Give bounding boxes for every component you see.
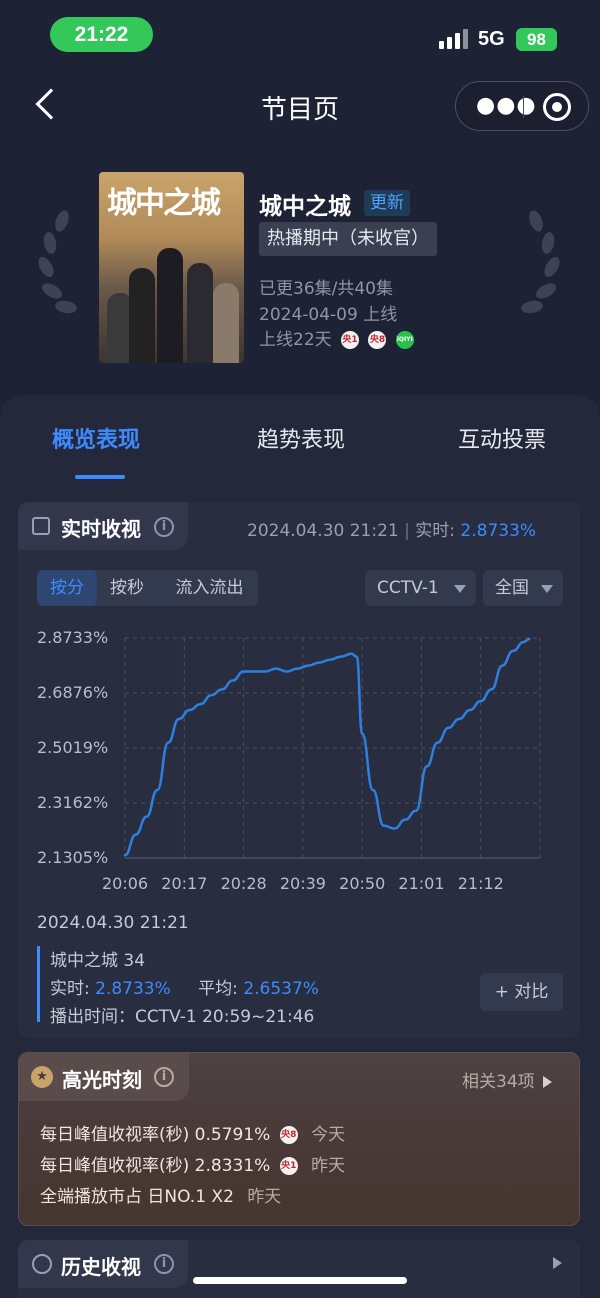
highlight-text: 每日峰值收视率(秒) 0.5791% <box>40 1125 271 1145</box>
y-tick-label: 2.5019% <box>37 738 109 757</box>
x-tick-label: 20:39 <box>279 874 326 893</box>
y-tick-label: 2.8733% <box>37 628 109 647</box>
info-icon[interactable]: i <box>154 1254 174 1274</box>
x-tick-label: 20:28 <box>220 874 267 893</box>
highlight-when: 昨天 <box>311 1156 346 1176</box>
ratings-line <box>123 637 531 857</box>
highlight-item: 全端播放市占 日NO.1 X2 昨天 <box>40 1182 281 1207</box>
play-arrow-icon <box>542 1076 552 1088</box>
x-tick-label: 20:50 <box>339 874 386 893</box>
highlight-when: 昨天 <box>247 1187 282 1207</box>
highlights-title: 高光时刻 <box>62 1068 142 1092</box>
cctv1-icon: 央1 <box>279 1157 298 1175</box>
history-title: 历史收视 <box>61 1255 141 1279</box>
detail-average-value: 2.6537% <box>243 979 319 999</box>
home-indicator <box>193 1277 407 1284</box>
film-reel-icon <box>32 1254 52 1274</box>
highlight-item: 每日峰值收视率(秒) 2.8331% 央1 昨天 <box>40 1151 345 1176</box>
info-icon[interactable]: i <box>154 1067 174 1087</box>
star-icon: ★ <box>31 1066 53 1088</box>
detail-average-label: 平均: <box>198 979 238 999</box>
highlight-item: 每日峰值收视率(秒) 0.5791% 央8 今天 <box>40 1120 345 1145</box>
highlight-text: 全端播放市占 日NO.1 X2 <box>40 1187 234 1207</box>
x-tick-label: 21:12 <box>457 874 504 893</box>
cctv8-icon: 央8 <box>279 1126 298 1144</box>
detail-episode: 城中之城 34 <box>50 951 146 971</box>
detail-realtime-value: 2.8733% <box>95 979 171 999</box>
play-arrow-icon[interactable] <box>553 1257 562 1269</box>
detail-timestamp: 2024.04.30 21:21 <box>37 913 189 933</box>
x-tick-label: 20:17 <box>161 874 208 893</box>
y-tick-label: 2.1305% <box>37 848 109 867</box>
highlight-text: 每日峰值收视率(秒) 2.8331% <box>40 1156 271 1176</box>
x-tick-label: 20:06 <box>102 874 149 893</box>
highlights-related-count: 相关34项 <box>462 1072 535 1092</box>
detail-accent-bar <box>37 946 40 1022</box>
detail-ratings-row: 实时: 2.8733% 平均: 2.6537% <box>50 974 319 999</box>
y-tick-label: 2.3162% <box>37 793 109 812</box>
highlights-related-link[interactable]: 相关34项 <box>462 1067 552 1092</box>
detail-realtime-label: 实时: <box>50 979 90 999</box>
highlight-when: 今天 <box>311 1125 346 1145</box>
chart-grid <box>124 637 541 859</box>
x-tick-label: 21:01 <box>398 874 445 893</box>
compare-button[interactable]: + 对比 <box>480 973 563 1011</box>
detail-airtime: 播出时间：CCTV-1 20:59~21:46 <box>50 1007 315 1027</box>
y-tick-label: 2.6876% <box>37 683 109 702</box>
